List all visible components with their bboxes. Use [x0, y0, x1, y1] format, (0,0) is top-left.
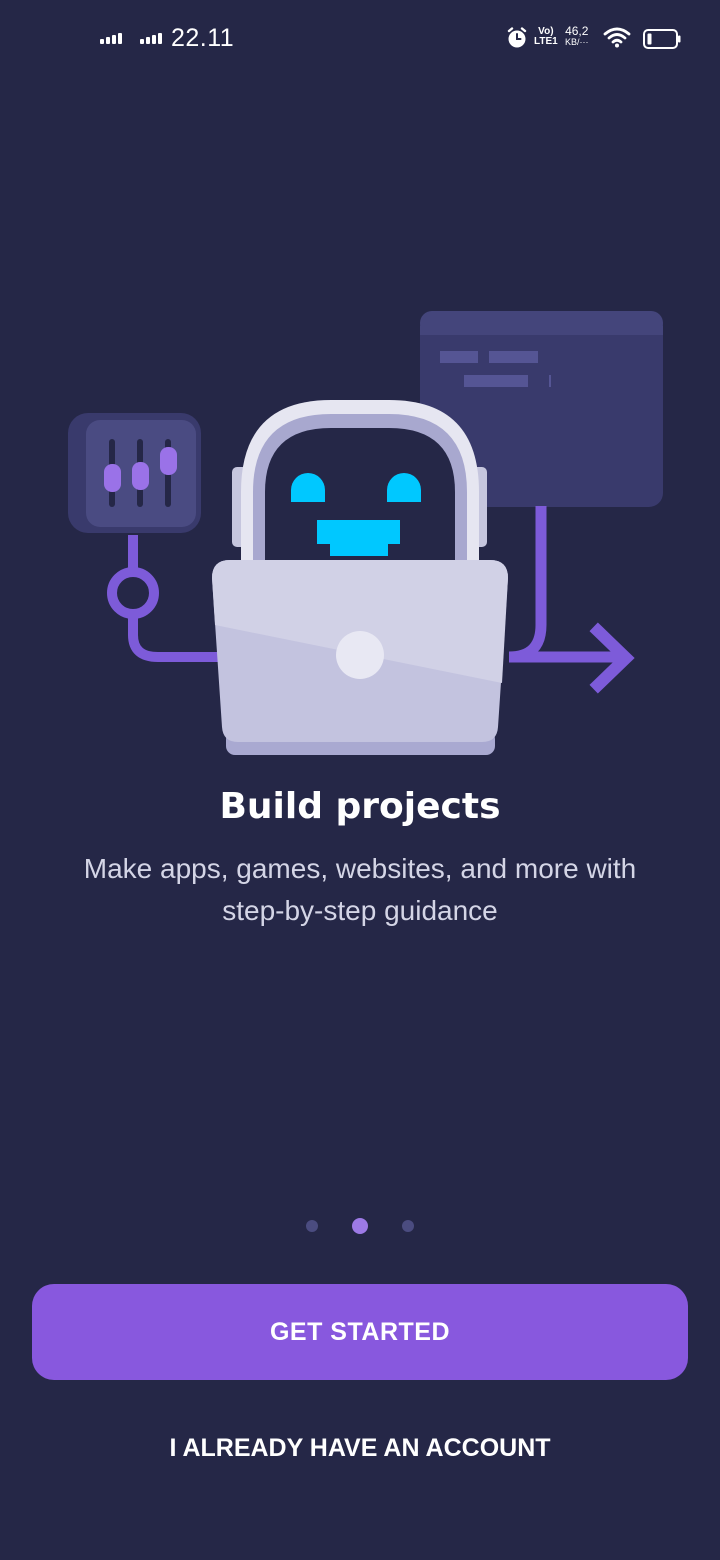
get-started-button[interactable]: GET STARTED — [32, 1284, 688, 1380]
equalizer-panel-graphic — [68, 413, 201, 533]
onboarding-subtitle: Make apps, games, websites, and more wit… — [83, 853, 637, 926]
network-type-bottom: LTE1 — [534, 36, 558, 47]
robot-graphic — [232, 400, 487, 562]
login-button[interactable]: I ALREADY HAVE AN ACCOUNT — [0, 1420, 720, 1476]
onboarding-title: Build projects — [219, 786, 501, 827]
network-speed-unit: KB/··· — [565, 37, 589, 47]
status-time: 22.11 — [171, 24, 235, 52]
robot-with-laptop-illustration — [68, 311, 663, 755]
battery-icon — [643, 29, 681, 49]
page-dot-active[interactable] — [352, 1218, 368, 1234]
laptop-graphic — [212, 560, 508, 755]
page-indicator — [0, 1218, 720, 1234]
page-dot[interactable] — [306, 1220, 318, 1232]
page-dot[interactable] — [402, 1220, 414, 1232]
status-bar: 22.11 Vo) LTE1 46,2 KB/··· — [0, 0, 720, 80]
network-speed-value: 46,2 — [565, 24, 589, 38]
network-speed: 46,2 KB/··· — [565, 24, 589, 48]
signal-icon — [100, 33, 122, 44]
signal-icon — [140, 33, 162, 44]
volte-indicator: Vo) LTE1 — [534, 27, 558, 47]
alarm-icon — [507, 27, 527, 48]
wifi-icon — [603, 27, 631, 48]
